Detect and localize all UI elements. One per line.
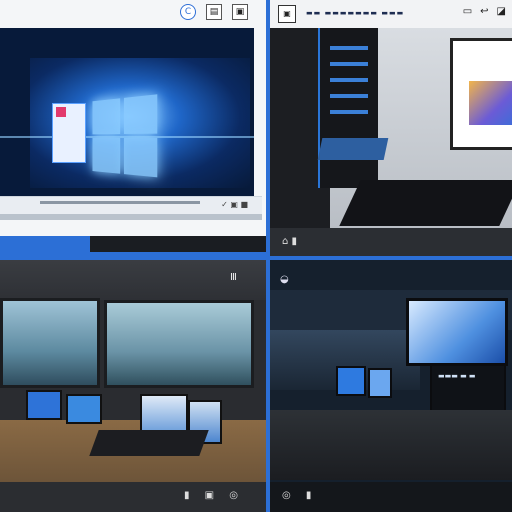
taskbar-tray-icons[interactable]: ✓ ▣ ■ [221, 200, 248, 209]
back-icon[interactable]: ↩ [480, 6, 488, 17]
panel-footer: ⌂ ▮ [270, 228, 512, 256]
keyboard [89, 430, 209, 456]
maximize-icon[interactable]: ◪ [497, 6, 506, 17]
panel-desktop-screenshot: C ▤ ▣ ✓ ▣ ■ [0, 0, 266, 236]
monitor-caption: ▬▬▬ ▬ ▬ [438, 372, 476, 380]
taskbar: ✓ ▣ ■ [0, 196, 262, 216]
panel-workstation-render: ▣ ▬▬ ▬▬▬▬▬▬▬ ▬▬▬ ▭ ↩ ◪ ⌂ ▮ [270, 0, 512, 256]
window-right [104, 300, 254, 388]
floating-window-thumbnail[interactable] [52, 103, 86, 163]
monitor-2 [66, 394, 102, 424]
monitor-screen [450, 38, 512, 150]
collage-root: C ▤ ▣ ✓ ▣ ■ ▣ ▬▬ ▬▬▬▬▬▬▬ ▬▬▬ ▭ ↩ ◪ ⌂ ▮ Ⅲ… [0, 0, 512, 512]
keyboard [339, 180, 512, 226]
taskbar-progress-line [40, 201, 200, 204]
panel-night-office: ◒ ▬▬▬ ▬ ▬ ◎ ▮ [270, 260, 512, 512]
app-logo-icon[interactable]: ▣ [278, 5, 296, 23]
chart-thumbnail [469, 81, 512, 125]
small-monitor-2 [368, 368, 392, 398]
brand-logo-icon: ◒ [280, 274, 289, 285]
workstation-scene [270, 28, 512, 228]
small-monitor-1 [336, 366, 366, 396]
document-icon[interactable]: ▤ [206, 4, 222, 20]
wall-sign-icon: Ⅲ [230, 272, 237, 283]
large-monitor [406, 298, 508, 366]
windows-logo-icon [92, 94, 159, 182]
footer-icons[interactable]: ▮ ▣ ◎ [184, 490, 244, 501]
window-bottom-bar [0, 214, 262, 220]
monitor-base: ▬▬▬ ▬ ▬ [430, 364, 506, 416]
footer-icons[interactable]: ◎ ▮ [282, 490, 317, 501]
window-left [0, 298, 100, 388]
panel-header-icons: C ▤ ▣ [180, 4, 248, 20]
blue-nameplate [317, 138, 389, 160]
ceiling [0, 260, 266, 300]
panel-footer: ▮ ▣ ◎ [0, 482, 266, 512]
windows-desktop-screen [0, 28, 254, 196]
panel-control-room: Ⅲ ▮ ▣ ◎ [0, 260, 266, 512]
footer-icons[interactable]: ⌂ ▮ [282, 236, 297, 247]
toolbar-buttons: ▭ ↩ ◪ [463, 6, 506, 17]
minimize-icon[interactable]: ▭ [463, 6, 472, 17]
browser-refresh-icon[interactable]: C [180, 4, 196, 20]
desk [270, 410, 512, 480]
toolbar-text: ▬▬ ▬▬▬▬▬▬▬ ▬▬▬ [306, 9, 405, 17]
panel-footer: ◎ ▮ [270, 482, 512, 512]
panel-toolbar: ▣ ▬▬ ▬▬▬▬▬▬▬ ▬▬▬ ▭ ↩ ◪ [270, 0, 512, 28]
window-icon[interactable]: ▣ [232, 4, 248, 20]
server-tower [318, 28, 378, 188]
monitor-1 [26, 390, 62, 420]
